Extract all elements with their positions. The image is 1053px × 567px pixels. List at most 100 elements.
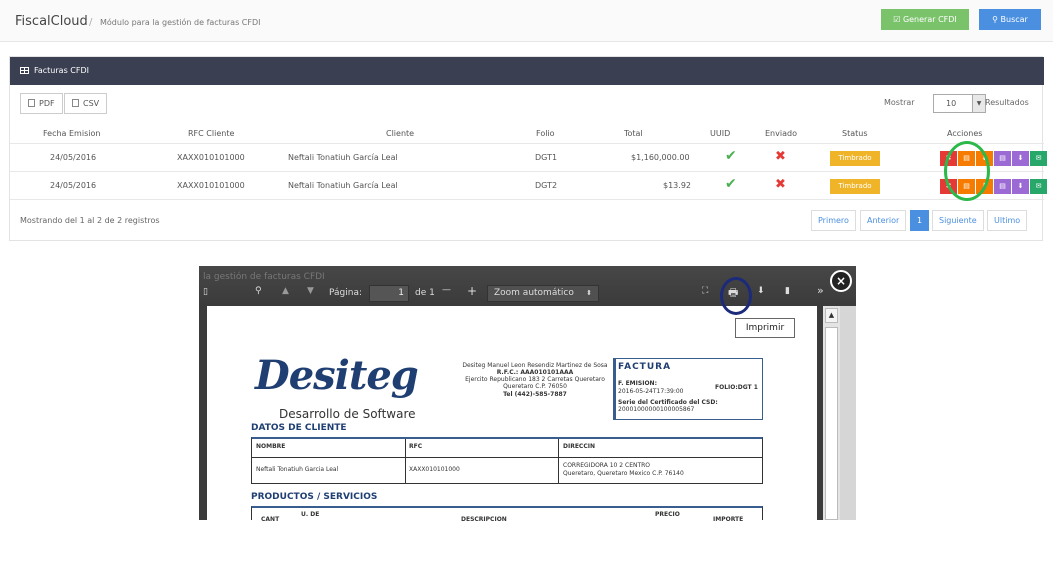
column-divider bbox=[558, 439, 559, 484]
email-icon[interactable]: ✉ bbox=[1030, 179, 1047, 194]
sidebar-toggle-icon[interactable]: ▯ bbox=[203, 287, 208, 297]
export-pdf-button[interactable]: PDF bbox=[20, 93, 63, 114]
cell-folio: DGT1 bbox=[535, 153, 558, 162]
issuer-line: R.F.C.: AAA010101AAA bbox=[496, 369, 574, 376]
search-icon: ⚲ bbox=[992, 15, 1001, 24]
cell-fecha: 24/05/2016 bbox=[50, 181, 97, 190]
page-size-select[interactable]: 10 ▼ bbox=[933, 94, 986, 113]
cell-total: $13.92 bbox=[663, 181, 691, 190]
folio-label: FOLIO:DGT 1 bbox=[715, 384, 758, 391]
email-icon[interactable]: ✉ bbox=[1030, 151, 1047, 166]
table-icon bbox=[20, 67, 29, 74]
logo-subtitle: Desarrollo de Software bbox=[279, 407, 416, 421]
products-header: IMPORTE bbox=[713, 516, 744, 523]
download-icon[interactable]: ⬇ bbox=[757, 286, 765, 296]
xml-icon[interactable]: ▤ bbox=[994, 179, 1011, 194]
search-icon[interactable]: ⚲ bbox=[255, 286, 262, 296]
column-header[interactable]: Status bbox=[842, 129, 868, 138]
emission-date: 2016-05-24T17:39:00 bbox=[618, 388, 684, 395]
products-header: U. DE bbox=[301, 511, 320, 518]
fullscreen-icon[interactable]: ⛶ bbox=[702, 286, 708, 296]
column-header[interactable]: Fecha Emision bbox=[43, 129, 100, 138]
products-header: DESCRIPCION bbox=[461, 516, 507, 523]
cell-cliente: Neftali Tonatiuh García Leal bbox=[288, 181, 398, 190]
arrow-up-icon[interactable]: ▲ bbox=[282, 286, 289, 296]
cross-icon: ✖ bbox=[775, 177, 786, 192]
pagination-last[interactable]: Ultimo bbox=[987, 210, 1028, 231]
client-address: Queretaro, Queretaro Mexico C.P. 76140 bbox=[563, 470, 684, 477]
bookmark-icon[interactable]: ▮ bbox=[785, 286, 790, 296]
pagination-next[interactable]: Siguiente bbox=[932, 210, 984, 231]
more-tools-icon[interactable]: » bbox=[817, 284, 824, 297]
scrollbar-thumb[interactable] bbox=[825, 327, 838, 520]
page-subtitle: Módulo para la gestión de facturas CFDI bbox=[100, 18, 261, 27]
row-divider bbox=[10, 199, 1044, 200]
pagination-current[interactable]: 1 bbox=[910, 210, 930, 231]
export-csv-button[interactable]: CSV bbox=[64, 93, 108, 114]
chevron-down-icon: ▼ bbox=[972, 95, 985, 112]
zoom-in-icon[interactable]: + bbox=[467, 284, 477, 298]
products-section-title: PRODUCTOS / SERVICIOS bbox=[251, 492, 378, 502]
pagination-prev[interactable]: Anterior bbox=[860, 210, 907, 231]
check-icon: ✔ bbox=[725, 176, 737, 192]
client-header: NOMBRE bbox=[256, 443, 286, 450]
client-name: Neftali Tonatiuh Garcia Leal bbox=[256, 466, 339, 473]
column-header[interactable]: UUID bbox=[710, 129, 730, 138]
client-table bbox=[251, 437, 763, 484]
products-table bbox=[251, 506, 763, 520]
page-label: Página: bbox=[329, 288, 363, 298]
column-header: Acciones bbox=[947, 129, 983, 138]
zoom-select[interactable]: Zoom automático ⬍ bbox=[487, 285, 599, 302]
client-header: DIRECCIN bbox=[563, 443, 595, 450]
generate-cfdi-button[interactable]: ☑ Generar CFDI bbox=[881, 9, 969, 30]
invoices-panel: Facturas CFDI PDF CSV Mostrar 10 ▼ Result… bbox=[9, 56, 1047, 241]
check-icon: ✔ bbox=[725, 148, 737, 164]
cell-total: $1,160,000.00 bbox=[631, 153, 690, 162]
chevron-icon: ⬍ bbox=[586, 289, 592, 297]
background-overlay bbox=[840, 306, 856, 520]
column-header[interactable]: Enviado bbox=[765, 129, 797, 138]
search-button[interactable]: ⚲ Buscar bbox=[979, 9, 1041, 30]
cell-rfc: XAXX010101000 bbox=[177, 181, 245, 190]
company-logo: Desiteg bbox=[255, 352, 419, 399]
top-bar: FiscalCloud / Módulo para la gestión de … bbox=[0, 0, 1053, 42]
page-size-label: Mostrar bbox=[884, 98, 915, 107]
page-number-input[interactable]: 1 bbox=[369, 285, 409, 302]
arrow-down-icon[interactable]: ▼ bbox=[307, 286, 314, 296]
file-icon bbox=[28, 99, 35, 107]
brand-title[interactable]: FiscalCloud bbox=[15, 14, 88, 29]
panel-title: Facturas CFDI bbox=[34, 66, 89, 75]
background-text: la gestión de facturas CFDI bbox=[203, 272, 325, 282]
client-section-title: DATOS DE CLIENTE bbox=[251, 423, 347, 433]
page-size-suffix: Resultados bbox=[985, 98, 1029, 107]
issuer-line: Queretaro C.P. 76050 bbox=[503, 383, 567, 390]
row-divider bbox=[10, 143, 1044, 144]
client-header: RFC bbox=[409, 443, 423, 450]
pagination-first[interactable]: Primero bbox=[811, 210, 856, 231]
emission-label: F. EMISION: bbox=[618, 380, 657, 387]
row-divider bbox=[10, 171, 1044, 172]
file-icon bbox=[72, 99, 79, 107]
status-badge: Timbrado bbox=[830, 179, 880, 194]
xml-icon[interactable]: ▤ bbox=[994, 151, 1011, 166]
column-header[interactable]: RFC Cliente bbox=[188, 129, 234, 138]
column-header[interactable]: Total bbox=[624, 129, 643, 138]
download-icon[interactable]: ⬇ bbox=[1012, 151, 1029, 166]
column-header[interactable]: Folio bbox=[536, 129, 555, 138]
column-divider bbox=[405, 439, 406, 484]
serie-value: 20001000000100005867 bbox=[618, 406, 695, 413]
records-info: Mostrando del 1 al 2 de 2 registros bbox=[20, 216, 160, 225]
cell-folio: DGT2 bbox=[535, 181, 558, 190]
highlight-circle bbox=[720, 277, 752, 315]
zoom-out-icon[interactable]: — bbox=[442, 285, 451, 295]
issuer-line: Ejercito Republicano 183 2 Carretas Quer… bbox=[465, 376, 605, 383]
cell-rfc: XAXX010101000 bbox=[177, 153, 245, 162]
serie-label: Serie del Certificado del CSD: bbox=[618, 399, 718, 406]
breadcrumb-separator: / bbox=[89, 17, 93, 28]
row-divider bbox=[252, 457, 762, 458]
column-header[interactable]: Cliente bbox=[386, 129, 414, 138]
highlight-circle bbox=[944, 141, 990, 201]
close-icon[interactable]: × bbox=[830, 270, 852, 292]
download-icon[interactable]: ⬇ bbox=[1012, 179, 1029, 194]
scroll-up-icon[interactable]: ▲ bbox=[825, 308, 838, 323]
